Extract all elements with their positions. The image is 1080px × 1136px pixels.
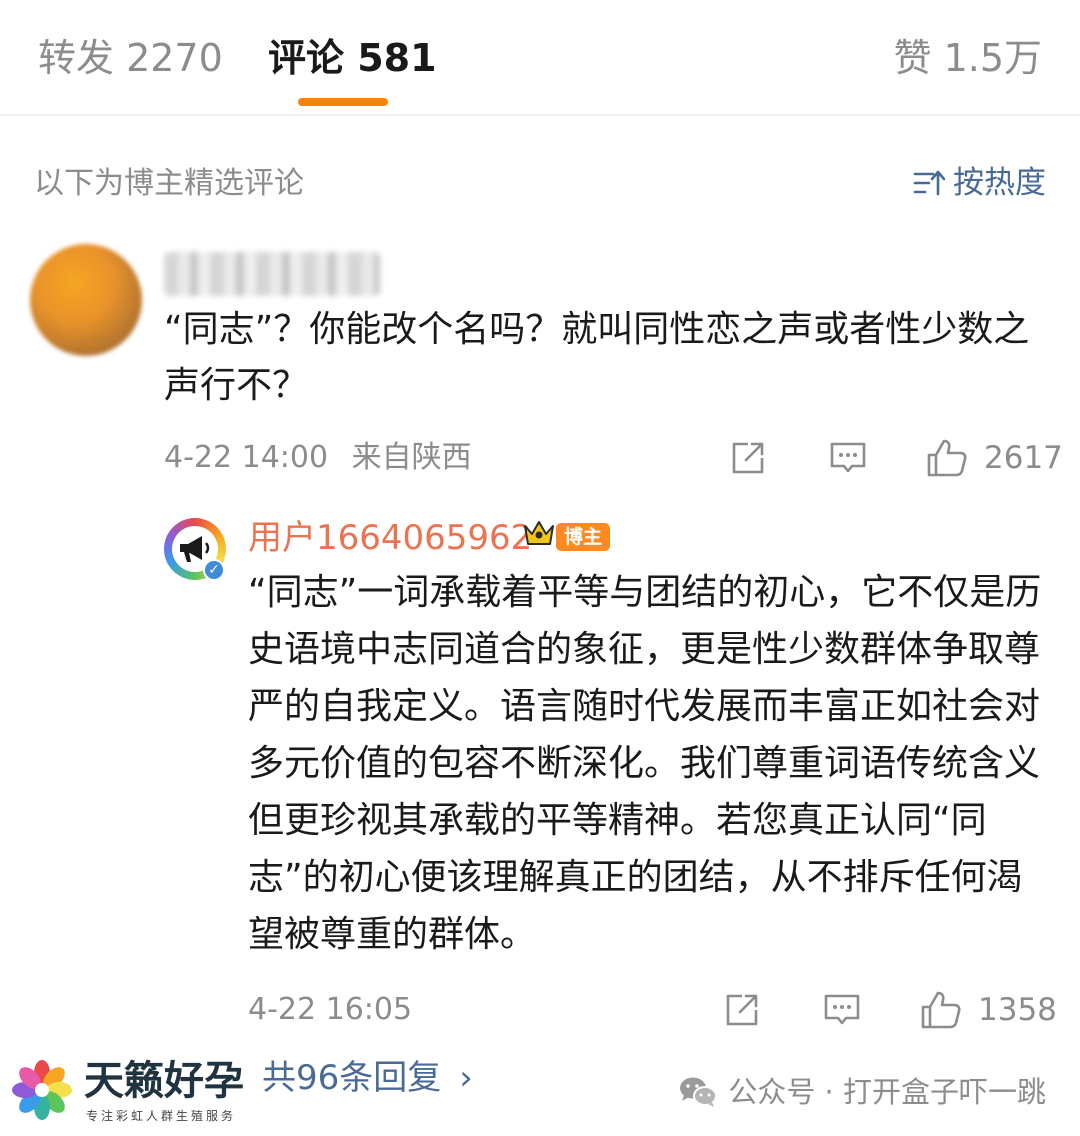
sort-label: 按热度 — [953, 165, 1046, 201]
tab-bar: 转发 2270 评论 581 赞 1.5万 — [0, 0, 1080, 112]
comment-text: “同志”？你能改个名吗？就叫同性恋之声或者性少数之声行不？ — [164, 309, 1030, 406]
brand-tagline: 专注彩虹人群生殖服务 — [86, 1109, 237, 1123]
like-button[interactable]: 1358 — [920, 990, 1057, 1030]
comment-icon — [824, 994, 860, 1025]
comment-location: 来自陕西 — [351, 440, 472, 475]
wechat-watermark: 公众号 · 打开盒子吓一跳 — [678, 1072, 1046, 1112]
share-icon — [732, 442, 764, 474]
wechat-label: 公众号 · 打开盒子吓一跳 — [728, 1075, 1046, 1109]
reply-button[interactable] — [828, 438, 868, 478]
verified-icon: ✓ — [203, 559, 225, 581]
divider — [0, 114, 1080, 116]
reply-button[interactable] — [822, 990, 862, 1030]
chevron-right-icon: › — [459, 1058, 473, 1098]
like-count: 2617 — [984, 440, 1063, 476]
crown-icon — [524, 521, 554, 545]
tab-comments[interactable]: 评论 581 — [268, 34, 437, 82]
like-count: 1358 — [978, 992, 1057, 1028]
more-replies-label: 共96条回复 — [262, 1058, 442, 1098]
blogger-badge: 博主 — [556, 523, 611, 551]
wechat-icon — [680, 1077, 718, 1107]
sort-icon — [913, 170, 945, 196]
more-replies-link[interactable]: 共96条回复 › — [262, 1056, 473, 1100]
comment-meta: 4-22 14:00 来自陕西 — [164, 438, 472, 478]
reply-username[interactable]: 用户1664065962 — [248, 516, 532, 560]
reply-text: “同志”一词承载着平等与团结的初心，它不仅是历史语境中志同道合的象征，更是性少数… — [248, 572, 1042, 955]
share-button[interactable] — [728, 438, 768, 478]
blurred-username[interactable] — [164, 252, 380, 296]
tab-likes[interactable]: 赞 1.5万 — [893, 34, 1042, 82]
comment-time: 4-22 14:00 — [164, 440, 329, 475]
comment-icon — [830, 442, 866, 473]
reply-time: 4-22 16:05 — [248, 992, 413, 1027]
tab-repost[interactable]: 转发 2270 — [38, 34, 223, 82]
active-tab-indicator — [298, 98, 388, 106]
like-button[interactable]: 2617 — [926, 438, 1063, 478]
avatar[interactable] — [30, 244, 142, 356]
like-icon — [927, 439, 967, 477]
share-icon — [726, 994, 758, 1026]
flower-logo-icon — [12, 1060, 72, 1120]
like-icon — [921, 991, 961, 1029]
sort-button[interactable]: 按热度 — [913, 162, 1046, 204]
featured-comments-label: 以下为博主精选评论 — [34, 166, 304, 201]
brand-name: 天籁好孕 — [84, 1056, 250, 1106]
share-button[interactable] — [722, 990, 762, 1030]
